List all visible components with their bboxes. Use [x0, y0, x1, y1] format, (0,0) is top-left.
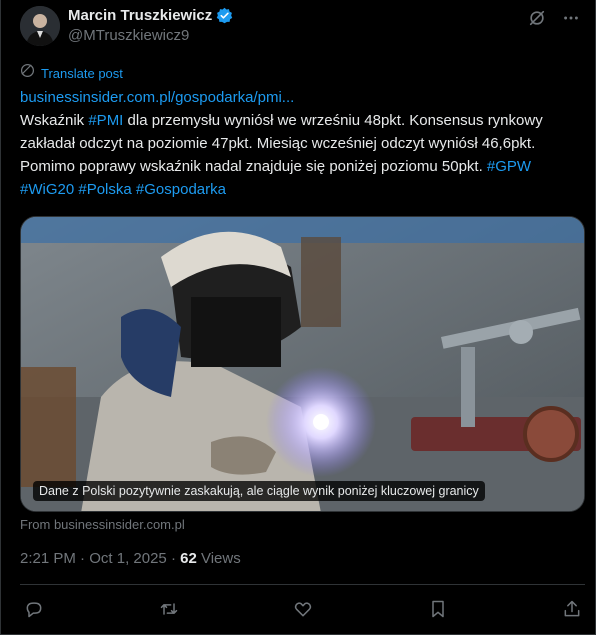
- post-date[interactable]: Oct 1, 2025: [89, 550, 167, 567]
- post-meta: 2:21 PM · Oct 1, 2025 · 62 Views: [20, 550, 241, 567]
- post-time[interactable]: 2:21 PM: [20, 550, 76, 567]
- views-label: Views: [196, 550, 241, 567]
- author-display-name[interactable]: Marcin Truszkiewicz: [68, 7, 212, 24]
- share-icon[interactable]: [561, 598, 583, 620]
- translate-post-button[interactable]: Translate post: [20, 63, 123, 83]
- grok-icon[interactable]: [527, 8, 547, 28]
- hashtag-link[interactable]: #WiG20: [20, 181, 74, 198]
- meta-separator: ·: [75, 550, 90, 567]
- views-count: 62: [180, 550, 197, 567]
- reply-icon[interactable]: [23, 598, 45, 620]
- author-handle[interactable]: @MTruszkiewicz9: [68, 27, 189, 44]
- like-icon[interactable]: [292, 598, 314, 620]
- hashtag-link[interactable]: #Polska: [78, 181, 131, 198]
- divider: [20, 584, 585, 585]
- globe-icon: [20, 63, 35, 83]
- hashtag-link[interactable]: #GPW: [487, 158, 531, 175]
- hashtag-link[interactable]: #Gospodarka: [136, 181, 226, 198]
- avatar[interactable]: [20, 6, 60, 46]
- top-actions: [527, 8, 581, 28]
- welder-photo: [21, 217, 584, 511]
- translate-post-label: Translate post: [41, 65, 123, 81]
- post-image[interactable]: Dane z Polski pozytywnie zaskakują, ale …: [20, 216, 585, 512]
- image-caption: Dane z Polski pozytywnie zaskakują, ale …: [33, 481, 485, 501]
- more-options-icon[interactable]: [561, 8, 581, 28]
- repost-icon[interactable]: [158, 598, 180, 620]
- verified-badge-icon[interactable]: [216, 7, 233, 24]
- post-text: businessinsider.com.pl/gospodarka/pmi...…: [20, 86, 580, 201]
- article-link[interactable]: businessinsider.com.pl/gospodarka/pmi...: [20, 86, 580, 109]
- author-name-row: Marcin Truszkiewicz: [68, 7, 233, 24]
- post-body-text: Wskaźnik: [20, 112, 89, 129]
- link-source[interactable]: From businessinsider.com.pl: [20, 517, 185, 532]
- meta-separator: ·: [166, 550, 181, 567]
- post-container: Marcin Truszkiewicz @MTruszkiewicz9 Tran…: [0, 0, 596, 635]
- action-bar: [23, 598, 583, 620]
- bookmark-icon[interactable]: [427, 598, 449, 620]
- post-body: Wskaźnik #PMI dla przemysłu wyniósł we w…: [20, 112, 543, 198]
- hashtag-link[interactable]: #PMI: [88, 112, 123, 129]
